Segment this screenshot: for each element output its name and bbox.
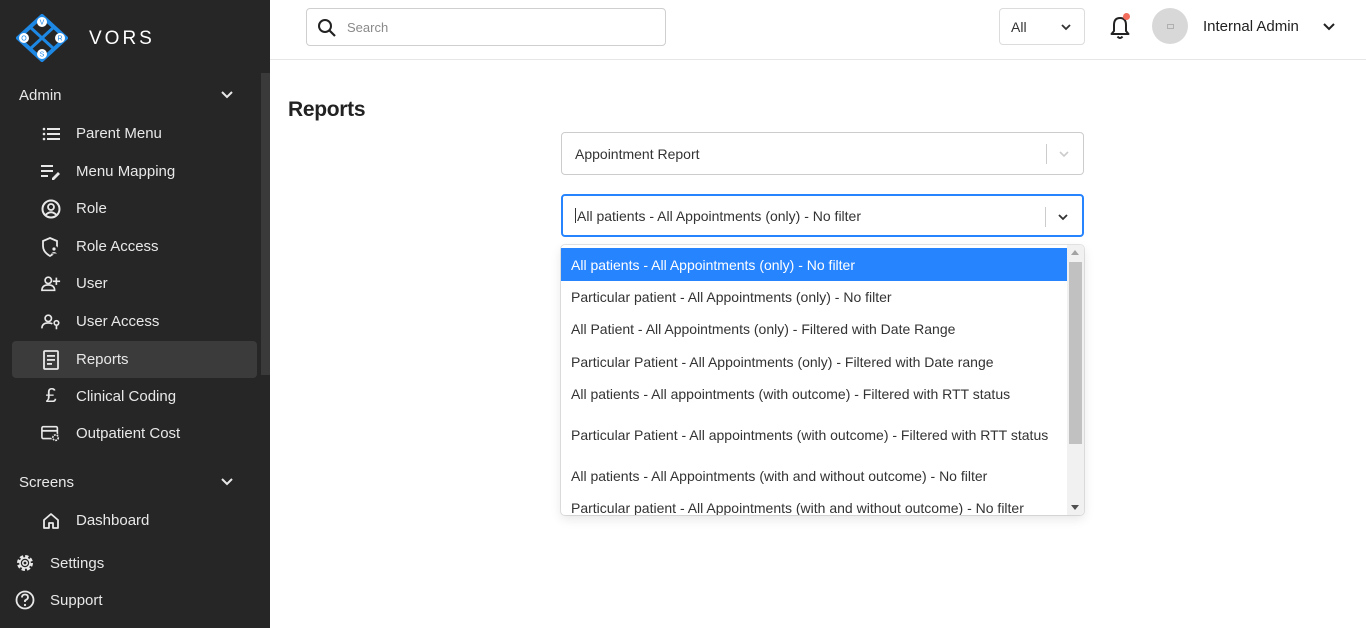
scrollbar-thumb[interactable] bbox=[1069, 262, 1082, 444]
edit-list-icon bbox=[41, 162, 61, 182]
dropdown-option[interactable]: Particular patient - All Appointments (w… bbox=[561, 492, 1067, 515]
sidebar-item-label: User Access bbox=[76, 313, 160, 330]
sidebar-item-label: Reports bbox=[76, 351, 129, 368]
search-icon bbox=[318, 19, 336, 37]
sidebar-item-label: User bbox=[76, 275, 108, 292]
sidebar-item-outpatient-cost[interactable]: Outpatient Cost bbox=[12, 415, 257, 452]
sidebar-scrollbar[interactable] bbox=[261, 73, 270, 375]
logo-letter-o: O bbox=[21, 36, 27, 43]
report-icon bbox=[41, 349, 61, 370]
sidebar-item-role[interactable]: Role bbox=[12, 190, 257, 227]
logo-letter-s: S bbox=[40, 52, 45, 59]
user-name[interactable]: Internal Admin bbox=[1203, 18, 1299, 35]
scope-filter-select[interactable]: All bbox=[999, 8, 1085, 45]
dropdown-option[interactable]: Particular Patient - All Appointments (o… bbox=[561, 345, 1067, 378]
sidebar-item-role-access[interactable]: Role Access bbox=[12, 228, 257, 265]
chevron-down-icon bbox=[221, 91, 233, 99]
admin-section-label: Admin bbox=[19, 86, 62, 104]
sidebar-item-label: Menu Mapping bbox=[76, 163, 176, 180]
dropdown-option[interactable]: All patients - All Appointments (only) -… bbox=[561, 248, 1067, 281]
sidebar-item-label: Clinical Coding bbox=[76, 388, 177, 405]
search-placeholder: Search bbox=[347, 19, 389, 35]
sidebar-item-support[interactable]: Support bbox=[14, 585, 254, 615]
sidebar-item-dashboard[interactable]: Dashboard bbox=[12, 502, 257, 539]
sidebar-item-label: Dashboard bbox=[76, 512, 150, 529]
sidebar-item-settings[interactable]: Settings bbox=[14, 548, 254, 578]
sidebar-item-parent-menu[interactable]: Parent Menu bbox=[12, 115, 257, 152]
user-circle-icon bbox=[41, 199, 61, 219]
logo-letter-r: R bbox=[57, 36, 62, 43]
gear-icon bbox=[14, 552, 36, 574]
support-label: Support bbox=[50, 591, 103, 609]
user-key-icon bbox=[41, 312, 61, 332]
admin-section-header[interactable]: Admin bbox=[19, 83, 234, 107]
search-input[interactable]: Search bbox=[306, 8, 666, 46]
page-title: Reports bbox=[288, 98, 366, 121]
home-icon bbox=[41, 511, 61, 531]
report-type-select[interactable]: Appointment Report bbox=[561, 132, 1084, 175]
scope-filter-value: All bbox=[1011, 18, 1027, 35]
vors-logo[interactable]: V O R S bbox=[15, 13, 69, 63]
pound-icon: £ bbox=[45, 385, 57, 407]
dropdown-scrollbar[interactable] bbox=[1067, 245, 1084, 515]
notification-badge bbox=[1123, 13, 1130, 20]
report-type-value: Appointment Report bbox=[575, 146, 700, 162]
dropdown-option[interactable]: Particular patient - All Appointments (o… bbox=[561, 281, 1067, 313]
chevron-down-icon bbox=[1061, 24, 1071, 31]
sidebar-item-user[interactable]: User bbox=[12, 265, 257, 302]
avatar[interactable] bbox=[1152, 8, 1188, 44]
avatar-placeholder-icon bbox=[1166, 23, 1174, 29]
text-caret bbox=[575, 208, 576, 223]
user-menu-chevron-icon[interactable] bbox=[1322, 20, 1336, 34]
screens-section-label: Screens bbox=[19, 473, 75, 491]
dropdown-option[interactable]: All patients - All appointments (with ou… bbox=[561, 378, 1067, 410]
sidebar-item-menu-mapping[interactable]: Menu Mapping bbox=[12, 153, 257, 190]
chevron-down-icon bbox=[1059, 151, 1069, 158]
scroll-up-arrow-icon[interactable] bbox=[1071, 250, 1079, 255]
sidebar-item-user-access[interactable]: User Access bbox=[12, 303, 257, 340]
user-plus-icon bbox=[41, 274, 61, 294]
shield-user-icon bbox=[41, 236, 61, 257]
logo-letter-v: V bbox=[40, 20, 45, 27]
sidebar-item-reports[interactable]: Reports bbox=[12, 341, 257, 378]
settings-label: Settings bbox=[50, 554, 105, 572]
screens-section-header[interactable]: Screens bbox=[19, 470, 234, 494]
report-filter-dropdown: All patients - All Appointments (only) -… bbox=[561, 245, 1084, 515]
sidebar-item-label: Role bbox=[76, 200, 107, 217]
chevron-down-icon bbox=[1058, 214, 1068, 221]
sidebar: V O R S VORS Admin Parent Menu Menu Mapp… bbox=[0, 0, 270, 628]
top-header: Search All Internal Admin bbox=[270, 0, 1366, 60]
card-gear-icon bbox=[41, 424, 61, 444]
dropdown-option[interactable]: All patients - All Appointments (with an… bbox=[561, 460, 1067, 492]
help-circle-icon bbox=[14, 589, 36, 611]
select-divider bbox=[1046, 144, 1047, 164]
report-filter-value-text: All patients - All Appointments (only) -… bbox=[577, 208, 862, 224]
sidebar-item-label: Outpatient Cost bbox=[76, 425, 181, 442]
sidebar-item-clinical-coding[interactable]: £ Clinical Coding bbox=[12, 378, 257, 415]
report-filter-select[interactable]: All patients - All Appointments (only) -… bbox=[561, 194, 1084, 237]
scroll-down-arrow-icon[interactable] bbox=[1071, 505, 1079, 510]
report-filter-value: All patients - All Appointments (only) -… bbox=[575, 208, 861, 224]
sidebar-item-label: Parent Menu bbox=[76, 125, 162, 142]
app-name: VORS bbox=[89, 28, 155, 49]
dropdown-option[interactable]: Particular Patient - All appointments (w… bbox=[561, 410, 1067, 460]
select-divider bbox=[1045, 207, 1046, 227]
sidebar-item-label: Role Access bbox=[76, 238, 159, 255]
list-icon bbox=[41, 124, 61, 144]
chevron-down-icon bbox=[221, 478, 233, 486]
dropdown-option[interactable]: All Patient - All Appointments (only) - … bbox=[561, 313, 1067, 345]
